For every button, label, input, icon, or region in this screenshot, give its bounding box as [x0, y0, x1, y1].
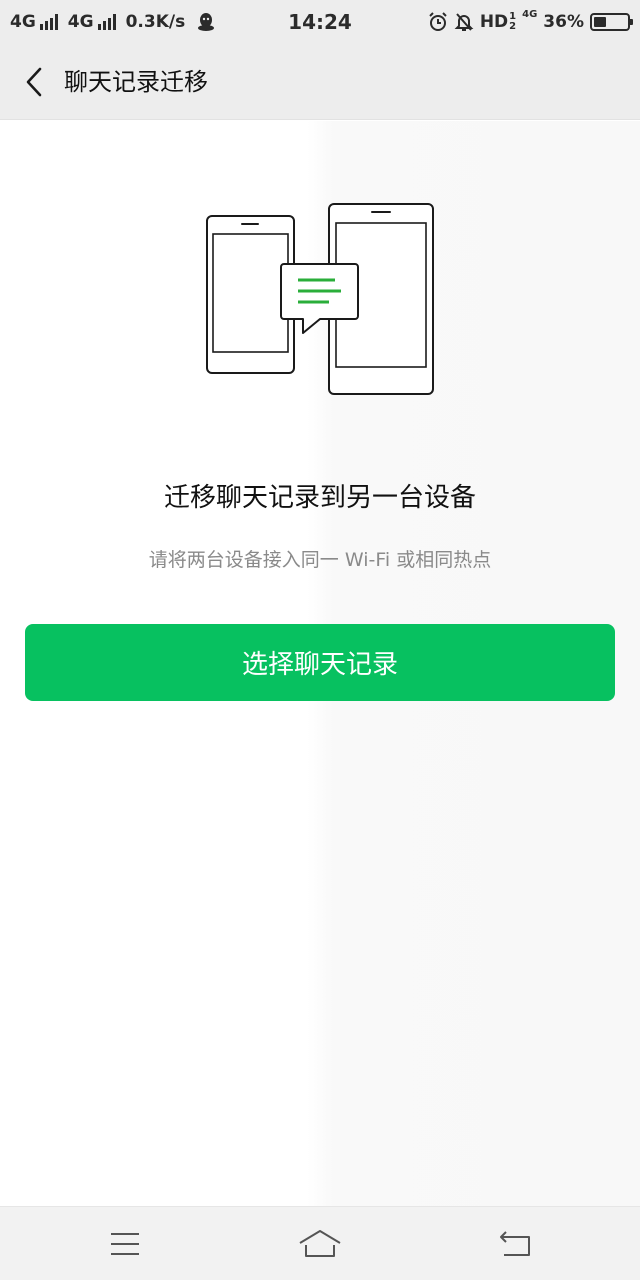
- main-content: 迁移聊天记录到另一台设备 请将两台设备接入同一 Wi-Fi 或相同热点 选择聊天…: [0, 121, 640, 1206]
- select-chat-history-button[interactable]: 选择聊天记录: [25, 624, 615, 701]
- system-home-button[interactable]: [275, 1207, 365, 1280]
- status-right-group: HD 1 2 4G 36%: [428, 0, 633, 44]
- network-type-2: 4G: [67, 12, 94, 32]
- network-speed: 0.3K/s: [125, 12, 186, 32]
- nav-bar: 聊天记录迁移: [0, 44, 640, 120]
- hd-sub: 2: [509, 21, 517, 32]
- network-type-1: 4G: [10, 12, 36, 32]
- signal-icon: [97, 14, 116, 30]
- battery-percent: 36%: [543, 12, 584, 32]
- back-button[interactable]: [14, 60, 54, 104]
- system-nav-bar: [0, 1206, 640, 1280]
- network-type-small: 4G: [522, 9, 538, 20]
- alarm-icon: [428, 12, 448, 32]
- page-title: 聊天记录迁移: [64, 68, 208, 96]
- system-back-button[interactable]: [470, 1207, 560, 1280]
- clock: 14:24: [288, 10, 352, 34]
- hd-label: HD: [479, 12, 509, 32]
- menu-icon: [109, 1231, 141, 1257]
- system-menu-button[interactable]: [80, 1207, 170, 1280]
- hd-sim-slots: 1 2: [509, 12, 516, 32]
- select-chat-history-label: 选择聊天记录: [241, 650, 398, 680]
- main-heading: 迁移聊天记录到另一台设备: [163, 483, 476, 513]
- hd-indicator: HD 1 2: [479, 12, 516, 33]
- phones-transfer-icon: [200, 201, 440, 401]
- signal-icon: [39, 14, 58, 30]
- mute-bell-icon: [454, 12, 474, 32]
- status-bar: 4G 4G 0.3K/s 14:24 HD 1 2 4G 36%: [0, 0, 640, 44]
- chevron-left-icon: [24, 66, 44, 98]
- battery-fill: [594, 17, 606, 27]
- status-left-group: 4G 4G 0.3K/s: [10, 0, 215, 44]
- battery-icon: [590, 13, 633, 31]
- home-icon: [298, 1229, 342, 1259]
- back-icon: [498, 1230, 532, 1258]
- instruction-text: 请将两台设备接入同一 Wi-Fi 或相同热点: [148, 549, 492, 571]
- qq-icon: [197, 12, 215, 32]
